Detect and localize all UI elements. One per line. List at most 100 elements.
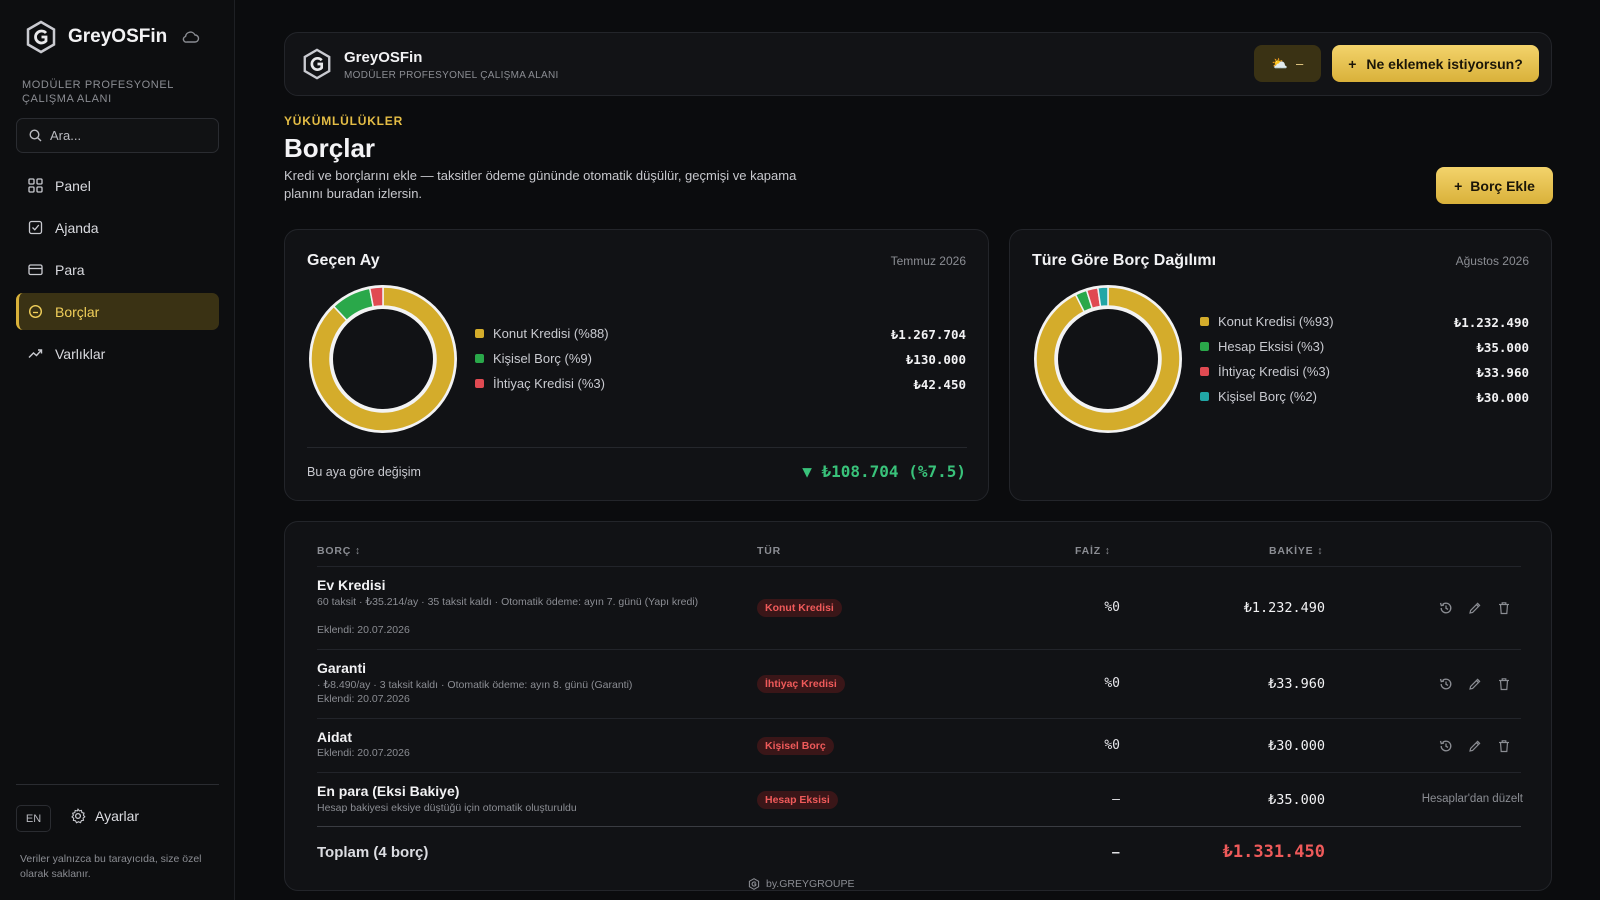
balance-value: ₺33.960 [1268,676,1325,692]
card-icon [28,264,43,276]
type-badge: Kişisel Borç [757,737,834,755]
history-icon[interactable] [1438,600,1454,616]
edit-icon[interactable] [1467,738,1483,754]
header-title: GreyOSFin [344,49,423,66]
history-icon[interactable] [1438,676,1454,692]
legend-value: ₺1.267.704 [890,327,966,342]
type-badge: İhtiyaç Kredisi [757,675,845,693]
legend-item: Kişisel Borç (%2) [1200,389,1317,404]
language-toggle[interactable]: EN [16,805,51,832]
legend-item: Hesap Eksisi (%3) [1200,339,1324,354]
sidebar-item-label: Para [55,261,85,278]
greyos-logo-icon [303,48,331,80]
partly-cloudy-icon: ⛅ [1271,55,1288,71]
history-icon[interactable] [1438,738,1454,754]
edit-icon[interactable] [1467,676,1483,692]
debt-name[interactable]: Aidat [317,729,352,745]
sort-icon: ↕ [1317,545,1324,557]
column-header-rate[interactable]: FAİZ ↕ [1075,545,1111,557]
legend-swatch [475,379,484,388]
edit-icon[interactable] [1467,600,1483,616]
sidebar-item-label: Panel [55,177,91,194]
debt-distribution-card: Türe Göre Borç Dağılımı Ağustos 2026 Kon… [1009,229,1552,501]
legend-value: ₺1.232.490 [1453,315,1529,330]
trash-icon[interactable] [1496,738,1512,754]
debt-added-date: Eklendi: 20.07.2026 [317,693,410,705]
legend-item: İhtiyaç Kredisi (%3) [1200,364,1330,379]
legend-swatch [475,354,484,363]
legend-label: Konut Kredisi (%88) [493,326,609,341]
fix-in-accounts-link[interactable]: Hesaplar'dan düzelt [1405,793,1523,805]
trash-icon[interactable] [1496,600,1512,616]
debt-added-date: Eklendi: 20.07.2026 [317,747,410,759]
legend-swatch [1200,342,1209,351]
sidebar-item-varliklar[interactable]: Varlıklar [16,335,219,372]
sidebar-item-label: Varlıklar [55,345,106,362]
greyos-logo-icon [26,20,56,54]
rate-value: – [1112,792,1120,807]
circle-icon [28,304,43,319]
sidebar: GreyOSFin MODÜLER PROFESYONEL ÇALIŞMA AL… [0,0,235,900]
sidebar-item-para[interactable]: Para [16,251,219,288]
card-divider [307,447,967,448]
column-header-label: TÜR [757,545,781,557]
row-divider [317,649,1521,650]
legend-value: ₺42.450 [913,377,966,392]
page-description: Kredi ve borçlarını ekle — taksitler öde… [284,168,797,201]
footer: by.GREYGROUPE [748,878,855,890]
calendar-check-icon [28,220,43,235]
last-month-card: Geçen Ay Temmuz 2026 Konut Kredisi (%88)… [284,229,989,501]
search-box[interactable] [16,118,219,153]
sidebar-item-panel[interactable]: Panel [16,167,219,204]
greyos-logo-icon [748,878,760,890]
sidebar-item-borclar[interactable]: Borçlar [16,293,219,330]
column-header-label: FAİZ [1075,545,1101,557]
legend-swatch [1200,317,1209,326]
settings-label: Ayarlar [95,808,140,824]
search-icon [29,129,42,142]
legend-value: ₺35.000 [1476,340,1529,355]
quick-add-button[interactable]: + Ne eklemek istiyorsun? [1332,45,1539,82]
total-balance: ₺1.331.450 [1222,842,1325,862]
debt-name[interactable]: Garanti [317,660,366,676]
donut-hole [1056,307,1160,411]
plus-icon: + [1454,177,1463,194]
settings-link[interactable]: Ayarlar [70,808,139,824]
cloud-sync-icon[interactable] [182,30,200,49]
rate-value: %0 [1104,676,1120,691]
add-debt-button[interactable]: + Borç Ekle [1436,167,1553,204]
legend-label: İhtiyaç Kredisi (%3) [493,376,605,391]
page-title: Borçlar [284,133,376,163]
sidebar-item-ajanda[interactable]: Ajanda [16,209,219,246]
debt-detail: · ₺8.490/ay · 3 taksit kaldı · Otomatik … [317,679,633,691]
weather-widget[interactable]: ⛅ – [1254,45,1321,82]
sidebar-item-label: Borçlar [55,303,100,320]
grid-icon [28,178,43,193]
column-header-balance[interactable]: BAKİYE ↕ [1269,545,1323,557]
rate-value: %0 [1104,738,1120,753]
add-debt-label: Borç Ekle [1470,177,1535,194]
column-header-debt[interactable]: BORÇ ↕ [317,545,361,557]
balance-value: ₺30.000 [1268,738,1325,754]
sidebar-nav: Panel Ajanda Para Borçlar Varlıklar [16,167,219,377]
header-subtitle: MODÜLER PROFESYONEL ÇALIŞMA ALANI [344,70,559,81]
debt-detail: Hesap bakiyesi eksiye düştüğü için otoma… [317,802,577,814]
brand[interactable]: GreyOSFin [24,20,167,54]
column-header-label: BAKİYE [1269,545,1314,557]
legend-value: ₺130.000 [905,352,966,367]
legend-value: ₺33.960 [1476,365,1529,380]
search-input[interactable] [50,128,200,143]
trend-up-icon [28,349,43,358]
balance-value: ₺35.000 [1268,792,1325,808]
sidebar-item-label: Ajanda [55,219,99,236]
column-header-label: BORÇ [317,545,352,557]
legend-label: Konut Kredisi (%93) [1218,314,1334,329]
total-rate: – [1111,844,1120,861]
row-divider [317,718,1521,719]
type-badge: Hesap Eksisi [757,791,838,809]
debt-name[interactable]: En para (Eksi Bakiye) [317,783,459,799]
debt-added-date: Eklendi: 20.07.2026 [317,624,410,636]
debt-name[interactable]: Ev Kredisi [317,577,385,593]
row-actions [1438,738,1512,754]
trash-icon[interactable] [1496,676,1512,692]
